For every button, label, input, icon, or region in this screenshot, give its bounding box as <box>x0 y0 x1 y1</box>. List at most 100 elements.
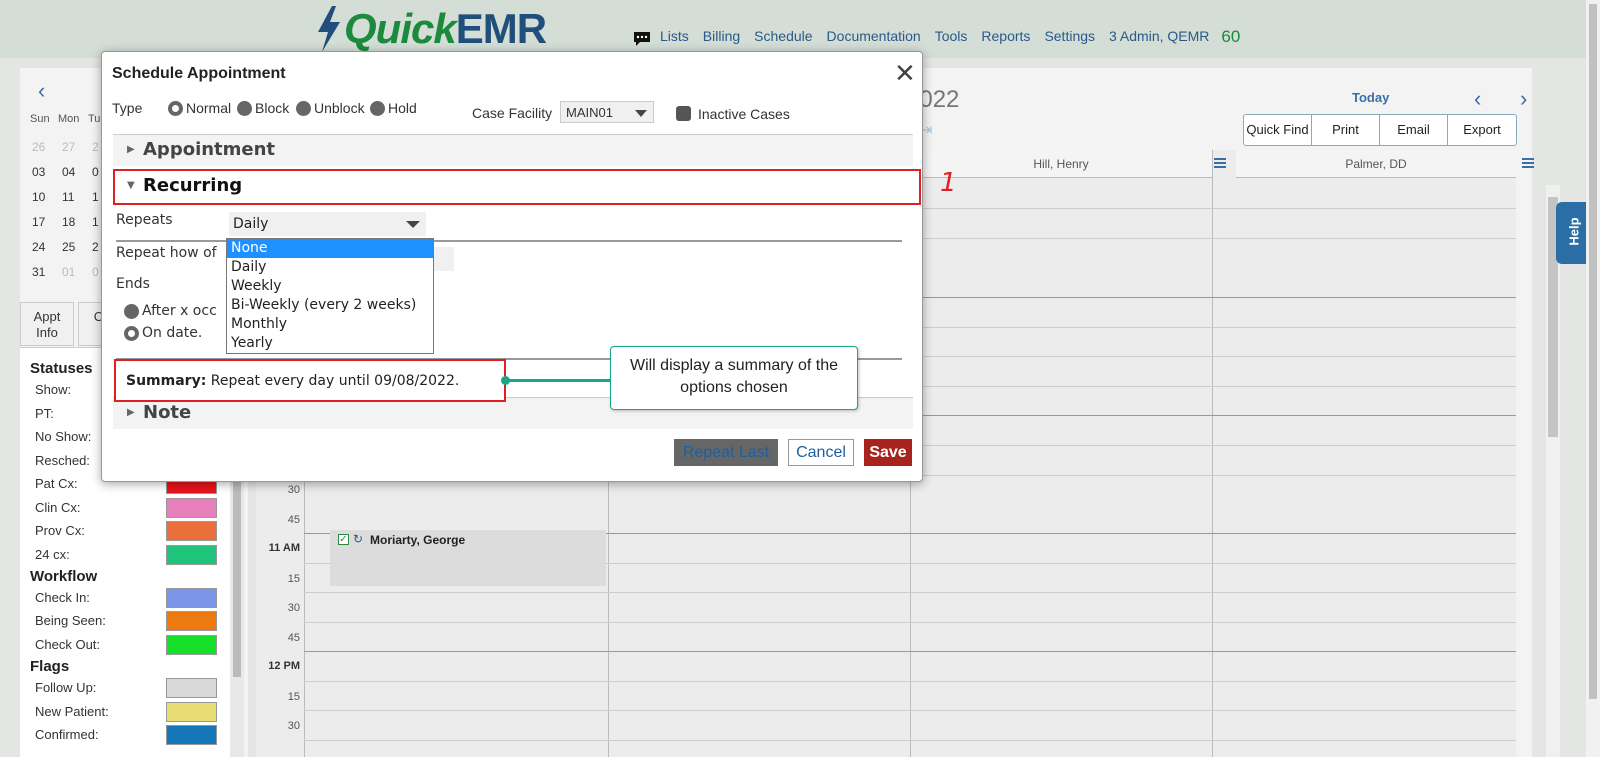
nav-documentation[interactable]: Documentation <box>827 28 921 44</box>
calendar-day[interactable]: 1 <box>92 190 99 204</box>
session-counter: 60 <box>1221 27 1241 46</box>
menu-icon[interactable] <box>1522 158 1534 168</box>
calendar-day[interactable]: 24 <box>32 240 45 254</box>
cancel-button[interactable]: Cancel <box>788 439 854 466</box>
type-unblock-radio[interactable]: Unblock <box>296 100 365 116</box>
case-facility-select[interactable]: MAIN01 <box>560 101 654 123</box>
nav-tools[interactable]: Tools <box>935 28 968 44</box>
calendar-day[interactable]: 1 <box>92 215 99 229</box>
repeat-last-button[interactable]: Repeat Last <box>674 439 778 466</box>
dropdown-option[interactable]: Bi-Weekly (every 2 weeks) <box>227 296 433 315</box>
email-button[interactable]: Email <box>1380 115 1448 145</box>
time-label: 30 <box>287 720 300 732</box>
legend-label: Being Seen: <box>35 613 106 628</box>
radio-label: Normal <box>186 100 232 116</box>
export-button[interactable]: Export <box>1448 115 1516 145</box>
dropdown-option[interactable]: Daily <box>227 258 433 277</box>
schedule-prev-icon[interactable]: ‹ <box>1474 86 1481 112</box>
nav-settings[interactable]: Settings <box>1044 28 1095 44</box>
quickemr-logo[interactable]: Quick EMR <box>316 4 547 54</box>
dropdown-option[interactable]: Monthly <box>227 315 433 334</box>
dropdown-option[interactable]: None <box>227 239 433 258</box>
chat-icon[interactable] <box>632 30 652 48</box>
calendar-day[interactable]: 0 <box>92 165 99 179</box>
help-tab[interactable]: Help <box>1556 202 1586 264</box>
color-swatch[interactable] <box>166 588 217 608</box>
time-label: 45 <box>287 514 300 526</box>
summary-line: Summary: Repeat every day until 09/08/20… <box>126 373 459 389</box>
radio-icon <box>370 100 385 116</box>
calendar-day[interactable]: 0 <box>92 265 99 279</box>
today-button[interactable]: Today <box>1352 90 1389 105</box>
lightning-bolt-icon <box>318 6 340 52</box>
menu-icon[interactable] <box>1214 158 1226 168</box>
type-normal-radio[interactable]: Normal <box>168 100 231 116</box>
appointment-block[interactable]: ✓ ↻ Moriarty, George <box>330 530 606 586</box>
nav-lists[interactable]: Lists <box>660 28 689 44</box>
color-swatch[interactable] <box>166 498 217 518</box>
time-label: 15 <box>287 691 300 703</box>
calendar-day[interactable]: 10 <box>32 190 45 204</box>
close-icon[interactable]: ✕ <box>894 58 916 89</box>
calendar-day[interactable]: 03 <box>32 165 45 179</box>
color-swatch[interactable] <box>166 611 217 631</box>
type-hold-radio[interactable]: Hold <box>370 100 417 116</box>
grid-line <box>1212 150 1213 757</box>
calendar-day[interactable]: 26 <box>32 140 45 154</box>
calendar-day[interactable]: 18 <box>62 215 75 229</box>
calendar-day[interactable]: 27 <box>62 140 75 154</box>
nav-billing[interactable]: Billing <box>703 28 740 44</box>
repeats-select[interactable]: Daily <box>229 212 426 236</box>
time-label: 30 <box>287 484 300 496</box>
print-button[interactable]: Print <box>1312 115 1380 145</box>
grid-line <box>304 651 1516 652</box>
page-scrollbar[interactable] <box>1586 0 1600 757</box>
callout-connector-dot <box>501 376 510 385</box>
legend-label: Clin Cx: <box>35 500 81 515</box>
calendar-day[interactable]: 2 <box>92 140 99 154</box>
nav-user[interactable]: 3 Admin, QEMR <box>1109 28 1209 44</box>
color-swatch[interactable] <box>166 678 217 698</box>
calendar-day[interactable]: 2 <box>92 240 99 254</box>
calendar-day[interactable]: 17 <box>32 215 45 229</box>
repeats-dropdown: None Daily Weekly Bi-Weekly (every 2 wee… <box>226 238 434 354</box>
type-block-radio[interactable]: Block <box>237 100 289 116</box>
nav-reports[interactable]: Reports <box>981 28 1030 44</box>
color-swatch[interactable] <box>166 702 217 722</box>
weekday-label: Mon <box>58 113 80 125</box>
calendar-day[interactable]: 11 <box>62 190 74 204</box>
legend-label: Check Out: <box>35 637 101 652</box>
dropdown-option[interactable]: Yearly <box>227 334 433 353</box>
save-button[interactable]: Save <box>864 439 912 466</box>
ends-on-date-radio[interactable]: On date. <box>124 325 202 341</box>
color-swatch[interactable] <box>166 635 217 655</box>
top-bar: Quick EMR Lists Billing Schedule Documen… <box>0 0 1586 58</box>
legend-label: Follow Up: <box>35 680 97 695</box>
inactive-cases-checkbox[interactable] <box>676 106 691 121</box>
ends-after-radio[interactable]: After x occ <box>124 303 217 319</box>
nav-schedule[interactable]: Schedule <box>754 28 812 44</box>
scrollbar-thumb[interactable] <box>1589 4 1597 699</box>
calendar-day[interactable]: 25 <box>62 240 75 254</box>
calendar-day[interactable]: 31 <box>32 265 45 279</box>
dropdown-option[interactable]: Weekly <box>227 277 433 296</box>
calendar-day[interactable]: 04 <box>62 165 75 179</box>
color-swatch[interactable] <box>166 521 217 541</box>
tab-appt-info[interactable]: Appt Info <box>20 302 74 346</box>
legend-label: Confirmed: <box>35 727 99 742</box>
calendar-day[interactable]: 01 <box>62 265 75 279</box>
quick-find-button[interactable]: Quick Find <box>1244 115 1312 145</box>
calendar-prev-icon[interactable]: ‹ <box>38 78 45 104</box>
section-appointment[interactable]: ▶ Appointment <box>113 134 913 166</box>
color-swatch[interactable] <box>166 725 217 745</box>
color-swatch[interactable] <box>166 545 217 565</box>
schedule-scrollbar[interactable] <box>1546 185 1560 757</box>
radio-icon <box>237 100 252 116</box>
grid-line <box>304 592 1516 593</box>
time-label: 30 <box>287 602 300 614</box>
section-title: Appointment <box>143 139 276 160</box>
case-facility-value: MAIN01 <box>566 105 613 120</box>
legend-label: Check In: <box>35 590 90 605</box>
legend-label: Prov Cx: <box>35 523 85 538</box>
schedule-next-icon[interactable]: › <box>1520 86 1527 112</box>
